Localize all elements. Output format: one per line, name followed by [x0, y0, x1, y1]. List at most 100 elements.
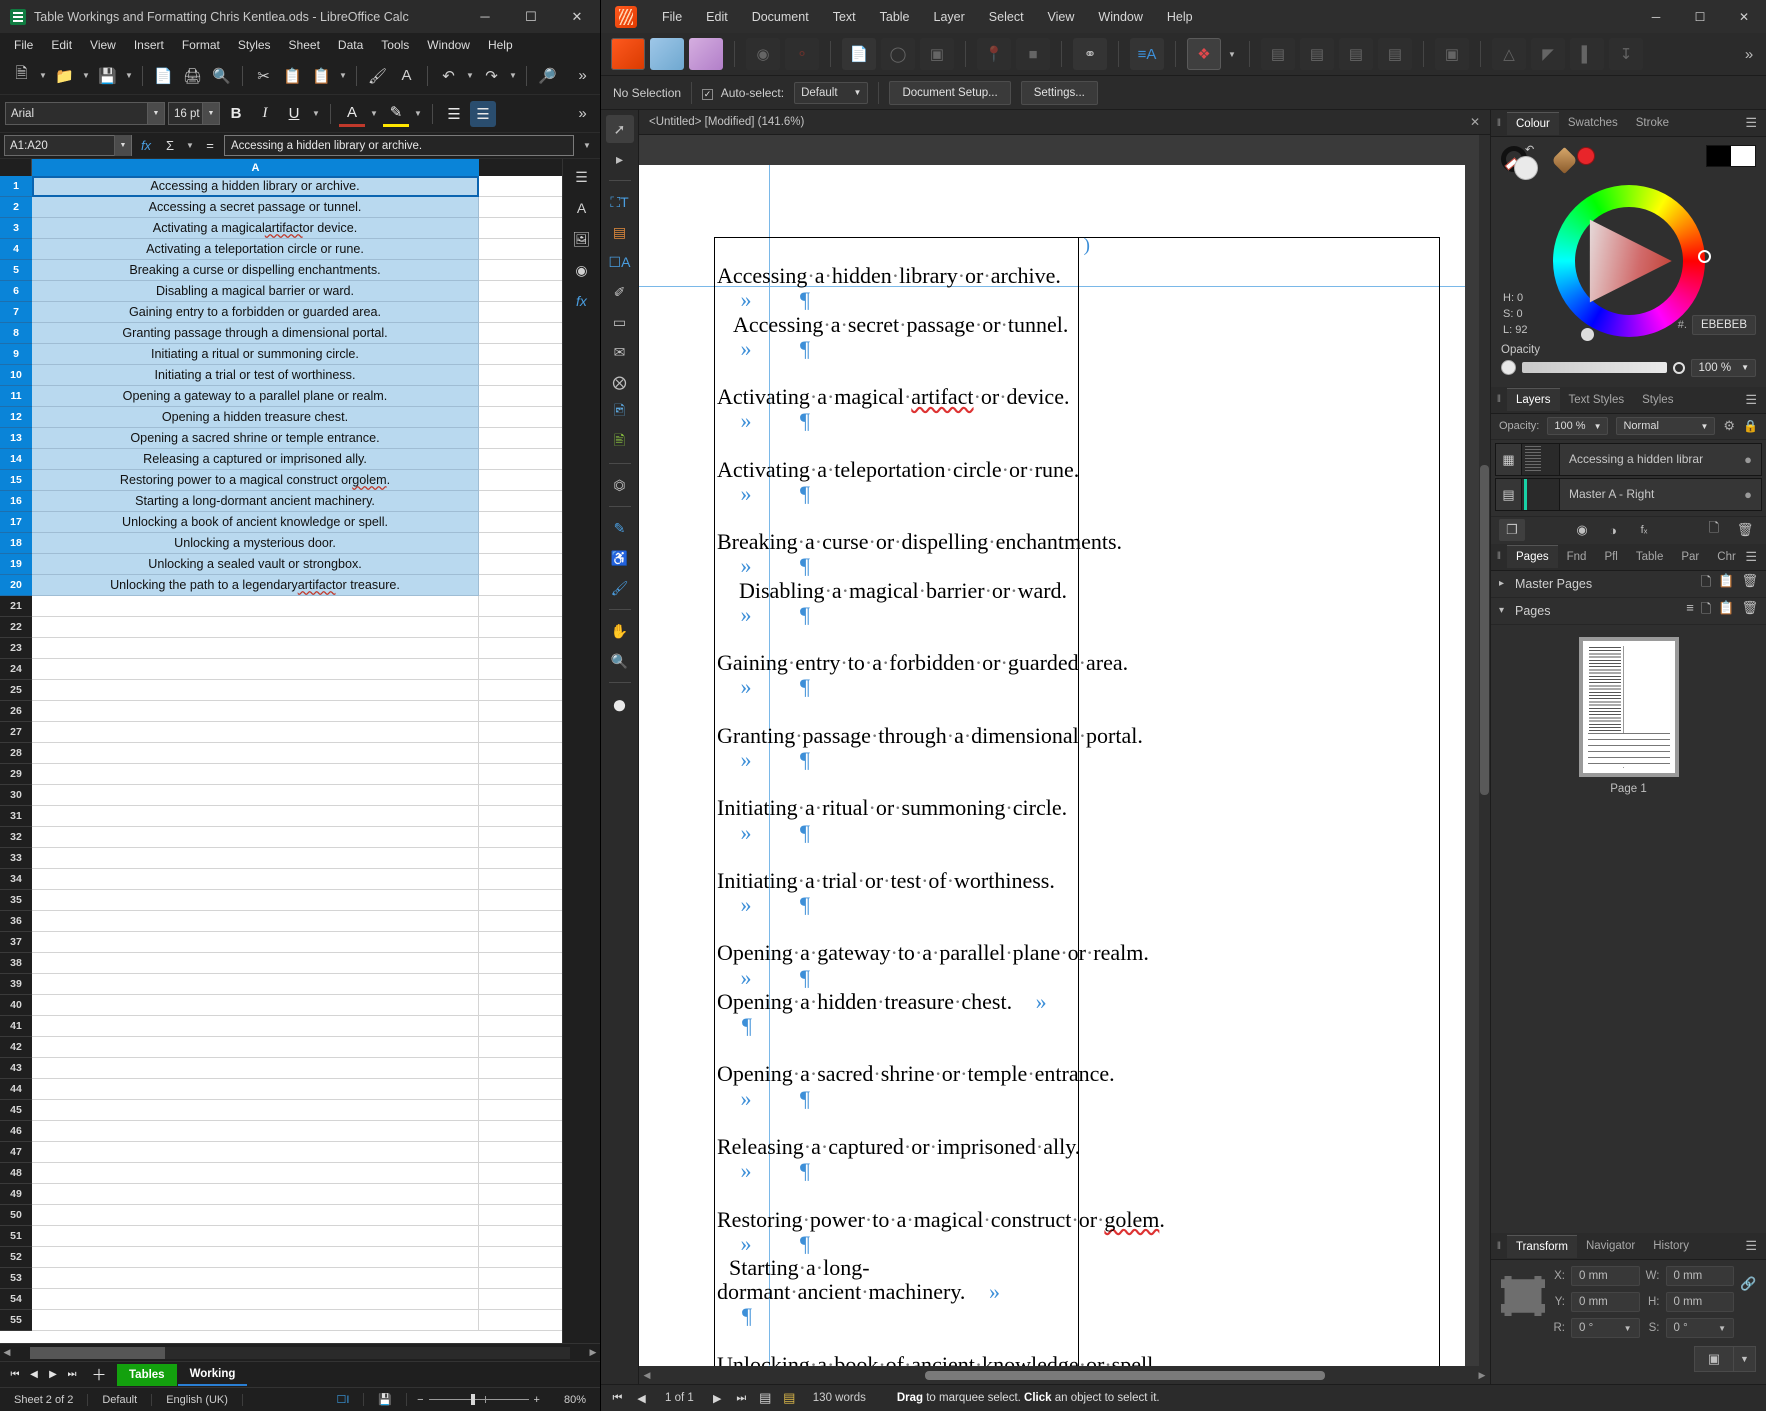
- chevron-down-icon[interactable]: ▼: [1594, 422, 1602, 431]
- cell-b22[interactable]: [479, 617, 562, 638]
- sidebar-settings-icon[interactable]: ☰: [568, 163, 596, 191]
- cell-a30[interactable]: [32, 785, 479, 806]
- cell-b17[interactable]: [479, 512, 562, 533]
- table-row[interactable]: 4 Activating a teleportation circle or ru…: [0, 239, 562, 260]
- cell-a23[interactable]: [32, 638, 479, 659]
- cell-a39[interactable]: [32, 974, 479, 995]
- print-icon[interactable]: 🖨: [179, 62, 206, 90]
- group-icon[interactable]: ▣: [1435, 38, 1469, 70]
- vector-crop-icon[interactable]: ♿: [606, 544, 634, 572]
- tab-layers[interactable]: Layers: [1507, 388, 1560, 412]
- move-tool-icon[interactable]: ➚: [605, 115, 634, 143]
- cell-a42[interactable]: [32, 1037, 479, 1058]
- panel-grip-icon[interactable]: ‖: [1491, 551, 1507, 562]
- table-row[interactable]: 26: [0, 701, 562, 722]
- table-row[interactable]: 27: [0, 722, 562, 743]
- font-size-dropdown-icon[interactable]: ▼: [202, 103, 219, 124]
- cell-b45[interactable]: [479, 1100, 562, 1121]
- cell-a25[interactable]: [32, 680, 479, 701]
- calc-grid[interactable]: A 1 Accessing a hidden library or archive…: [0, 159, 562, 1343]
- auto-select-checkbox-label[interactable]: ✓ Auto-select:: [702, 86, 784, 100]
- cell-b21[interactable]: [479, 596, 562, 617]
- name-box-dropdown-icon[interactable]: ▼: [114, 135, 131, 156]
- pages-panel-menu-icon[interactable]: ☰: [1745, 549, 1766, 565]
- panel-grip-icon[interactable]: ‖: [1491, 394, 1507, 405]
- duplicate-page-icon[interactable]: 📋: [1718, 600, 1734, 622]
- document-tab[interactable]: <Untitled> [Modified] (141.6%) ✕: [639, 110, 1490, 135]
- page-thumbnail[interactable]: [1582, 640, 1675, 773]
- delete-master-page-icon[interactable]: 🗑: [1741, 573, 1758, 595]
- delete-layer-icon[interactable]: 🗑: [1732, 519, 1758, 541]
- styles-icon[interactable]: A: [568, 194, 596, 222]
- table-row[interactable]: 30: [0, 785, 562, 806]
- table-row[interactable]: 10 Initiating a trial or test of worthine…: [0, 365, 562, 386]
- cell-a16[interactable]: Starting a long-dormant ancient machiner…: [32, 491, 479, 512]
- row-header[interactable]: 54: [0, 1289, 32, 1310]
- zoom-tool-icon[interactable]: 🔍: [606, 647, 634, 675]
- calc-close-button[interactable]: ✕: [554, 0, 600, 33]
- table-entry[interactable]: Disabling·a·magical·barrier·or·ward.» ¶: [717, 578, 1074, 627]
- row-header[interactable]: 55: [0, 1310, 32, 1331]
- table-row[interactable]: 17 Unlocking a book of ancient knowledge …: [0, 512, 562, 533]
- calc-maximize-button[interactable]: ☐: [508, 0, 554, 33]
- chevron-down-icon[interactable]: ▾: [1499, 605, 1515, 616]
- cell-b28[interactable]: [479, 743, 562, 764]
- table-row[interactable]: 9 Initiating a ritual or summoning circle…: [0, 344, 562, 365]
- function-wizard-icon[interactable]: fx: [136, 138, 156, 153]
- add-master-page-icon[interactable]: 🗋: [1701, 573, 1711, 595]
- opacity-value-field[interactable]: 100 % ▼: [1691, 358, 1756, 377]
- pub-menu-layer[interactable]: Layer: [923, 6, 976, 28]
- snapping-dropdown-icon[interactable]: ▼: [1226, 40, 1238, 68]
- cell-b44[interactable]: [479, 1079, 562, 1100]
- zoom-level-label[interactable]: 80%: [550, 1394, 600, 1406]
- canvas-horizontal-scrollbar[interactable]: ◀ ▶: [639, 1366, 1490, 1384]
- table-row[interactable]: 25: [0, 680, 562, 701]
- layers-opacity-dropdown[interactable]: 100 % ▼: [1547, 417, 1609, 436]
- hscroll-left-icon[interactable]: ◀: [0, 1347, 14, 1358]
- table-row[interactable]: 18 Unlocking a mysterious door.: [0, 533, 562, 554]
- table-row[interactable]: 54: [0, 1289, 562, 1310]
- zoom-in-icon[interactable]: +: [534, 1394, 540, 1406]
- publisher-persona-icon[interactable]: [611, 38, 645, 70]
- table-row[interactable]: 6 Disabling a magical barrier or ward.: [0, 281, 562, 302]
- cell-a9[interactable]: Initiating a ritual or summoning circle.: [32, 344, 479, 365]
- mask-icon[interactable]: ◑: [1600, 519, 1626, 541]
- artistic-text-tool-icon[interactable]: ☐A: [606, 248, 634, 276]
- preflight-icon[interactable]: ◉: [746, 38, 780, 70]
- row-header[interactable]: 43: [0, 1058, 32, 1079]
- cell-b7[interactable]: [479, 302, 562, 323]
- row-header[interactable]: 3: [0, 218, 32, 239]
- cell-a20[interactable]: Unlocking the path to a legendary artifa…: [32, 575, 479, 596]
- row-header[interactable]: 28: [0, 743, 32, 764]
- table-row[interactable]: 50: [0, 1205, 562, 1226]
- align-right-icon[interactable]: ▤: [1339, 38, 1373, 70]
- row-header[interactable]: 12: [0, 407, 32, 428]
- align-center-icon[interactable]: ▤: [1300, 38, 1334, 70]
- opacity-slider-track[interactable]: [1522, 362, 1668, 374]
- redo-icon[interactable]: ↷: [478, 62, 505, 90]
- tab-text-styles[interactable]: Text Styles: [1560, 389, 1634, 411]
- black-swatch[interactable]: [1707, 146, 1731, 166]
- cell-b27[interactable]: [479, 722, 562, 743]
- tab-styles[interactable]: Styles: [1633, 389, 1682, 411]
- cell-b46[interactable]: [479, 1121, 562, 1142]
- open-dropdown-icon[interactable]: ▼: [80, 62, 92, 90]
- cell-b6[interactable]: [479, 281, 562, 302]
- black-white-swatch[interactable]: [1706, 145, 1756, 167]
- table-entry[interactable]: Releasing·a·captured·or·imprisoned·ally.…: [717, 1111, 1080, 1184]
- crop-tool-icon[interactable]: ⏣: [606, 471, 634, 499]
- no-entry-icon[interactable]: ⚬: [785, 38, 819, 70]
- functions-icon[interactable]: fx: [568, 287, 596, 315]
- cell-a17[interactable]: Unlocking a book of ancient knowledge or…: [32, 512, 479, 533]
- cell-b55[interactable]: [479, 1310, 562, 1331]
- cell-b32[interactable]: [479, 827, 562, 848]
- row-header[interactable]: 19: [0, 554, 32, 575]
- cell-a48[interactable]: [32, 1163, 479, 1184]
- row-header[interactable]: 1: [0, 176, 32, 197]
- row-header[interactable]: 32: [0, 827, 32, 848]
- tab-history[interactable]: History: [1644, 1235, 1698, 1257]
- table-row[interactable]: 28: [0, 743, 562, 764]
- transform-y-input[interactable]: 0 mm: [1571, 1292, 1640, 1312]
- pencil-tool-icon[interactable]: ✎: [606, 514, 634, 542]
- table-row[interactable]: 46: [0, 1121, 562, 1142]
